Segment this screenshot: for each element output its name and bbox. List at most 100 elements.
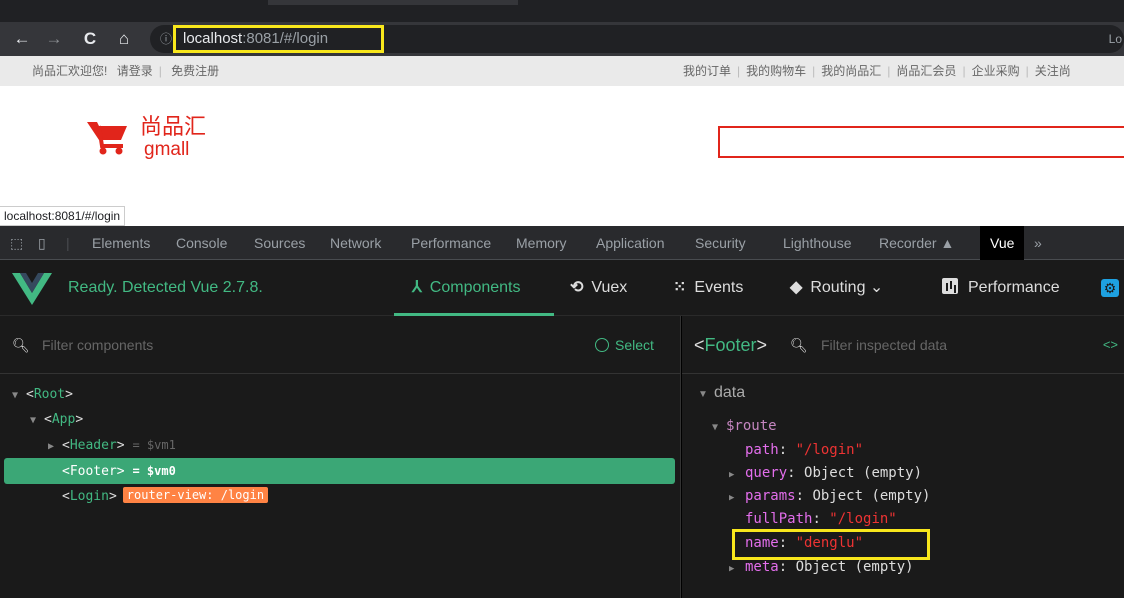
site-info-icon[interactable]: ⓘ bbox=[160, 25, 172, 53]
tree-node-label: Header bbox=[69, 438, 117, 453]
code-icon[interactable]: <> bbox=[1103, 316, 1118, 374]
tab-sources[interactable]: Sources bbox=[254, 226, 305, 260]
tab-recorder[interactable]: Recorder ▲ bbox=[879, 226, 954, 260]
web-page: 尚品汇欢迎您! 请登录 | 免费注册 我的订单 | 我的购物车 | 我的尚品汇 | 尚品汇会员… bbox=[0, 56, 1124, 226]
expand-arrow-icon[interactable]: ▶ bbox=[48, 434, 62, 460]
back-arrow-icon[interactable]: ← bbox=[10, 22, 34, 56]
tab-network[interactable]: Network bbox=[330, 226, 381, 260]
route-object[interactable]: ▼ $route bbox=[712, 415, 777, 439]
data-section-header[interactable]: ▼ data bbox=[698, 384, 745, 402]
shortcut-link[interactable]: 我的购物车 bbox=[746, 64, 806, 78]
device-toolbar-icon[interactable]: ▯ bbox=[38, 226, 46, 260]
tree-node-label: Login bbox=[69, 489, 109, 504]
filter-components-input[interactable]: Filter components bbox=[42, 316, 153, 374]
history-icon: ⟲ bbox=[570, 279, 584, 296]
prop-key: path bbox=[745, 442, 779, 458]
link-status-tooltip: localhost:8081/#/login bbox=[0, 206, 126, 226]
expand-arrow-icon[interactable]: ▼ bbox=[12, 383, 26, 409]
prop-params[interactable]: ▶ params: Object (empty) bbox=[729, 485, 930, 510]
tab-lighthouse[interactable]: Lighthouse bbox=[783, 226, 852, 260]
flask-icon: ▲ bbox=[940, 235, 955, 251]
prop-value: Object (empty) bbox=[804, 465, 923, 481]
url-highlight-box bbox=[173, 25, 384, 53]
browser-tab[interactable] bbox=[268, 0, 518, 5]
vm-ref: = $vm0 bbox=[132, 464, 176, 478]
prop-fullpath: fullPath: "/login" bbox=[745, 511, 897, 527]
search-icon: 🔍︎ bbox=[12, 337, 30, 353]
prop-path: path: "/login" bbox=[745, 442, 864, 458]
tree-node-label: Footer bbox=[69, 464, 117, 479]
tab-security[interactable]: Security bbox=[695, 226, 746, 260]
nav-vuex-label: Vuex bbox=[591, 279, 628, 296]
welcome-text: 尚品汇欢迎您! bbox=[32, 64, 108, 78]
inspector-header: <Footer> 🔍︎ Filter inspected data <> bbox=[682, 316, 1124, 374]
expand-arrow-icon: ▶ bbox=[729, 564, 735, 574]
more-tabs-button[interactable]: » bbox=[1034, 226, 1042, 260]
inspect-element-icon[interactable]: ⬚ bbox=[10, 226, 23, 260]
nav-routing[interactable]: ◆ Routing ⌄ bbox=[790, 260, 883, 316]
shortcut-link[interactable]: 企业采购 bbox=[972, 64, 1020, 78]
nav-vuex[interactable]: ⟲ Vuex bbox=[570, 260, 627, 316]
expand-arrow-icon[interactable]: ▼ bbox=[30, 408, 44, 434]
tree-node-label: App bbox=[51, 412, 76, 427]
prop-key: params bbox=[745, 488, 796, 504]
router-view-badge: router-view: /login bbox=[122, 487, 269, 503]
home-icon[interactable]: ⌂ bbox=[112, 22, 136, 56]
expand-arrow-icon: ▶ bbox=[729, 493, 735, 503]
tree-node-header[interactable]: ▶ <Header> = $vm1 bbox=[4, 432, 675, 458]
search-input[interactable] bbox=[718, 126, 1124, 158]
shortcut-link[interactable]: 我的尚品汇 bbox=[821, 64, 881, 78]
shortcut-separator: | bbox=[962, 64, 966, 78]
cart-logo-icon bbox=[87, 122, 127, 155]
bar-chart-icon bbox=[942, 278, 958, 294]
tree-node-footer[interactable]: <Footer> = $vm0 bbox=[4, 458, 675, 484]
components-pane: 🔍︎ Filter components Select ▼ <Root> ▼ <Ap… bbox=[0, 316, 681, 598]
nav-components[interactable]: ⅄ Components bbox=[412, 260, 521, 316]
name-highlight-box bbox=[732, 529, 930, 560]
select-component-button[interactable]: Select bbox=[595, 316, 654, 374]
logo-english: gmall bbox=[144, 139, 190, 160]
vm-ref: = $vm1 bbox=[132, 438, 176, 452]
events-icon: ⁙ bbox=[673, 279, 687, 296]
prop-value: Object (empty) bbox=[812, 488, 931, 504]
shortcut-link[interactable]: 我的订单 bbox=[683, 64, 731, 78]
prop-query[interactable]: ▶ query: Object (empty) bbox=[729, 462, 922, 487]
shortcut-link[interactable]: 尚品汇会员 bbox=[896, 64, 956, 78]
tab-performance[interactable]: Performance bbox=[411, 226, 491, 260]
tree-node-app[interactable]: ▼ <App> bbox=[4, 407, 675, 433]
devtools-tabbar: ⬚ ▯ | Elements Console Sources Network P… bbox=[0, 226, 1124, 260]
settings-icon[interactable]: ⚙ bbox=[1101, 279, 1119, 297]
target-icon bbox=[595, 338, 609, 352]
routing-icon: ◆ bbox=[790, 279, 803, 296]
component-filter: 🔍︎ Filter components Select bbox=[0, 316, 681, 374]
filter-inspected-input[interactable]: Filter inspected data bbox=[821, 316, 947, 374]
prop-key: fullPath bbox=[745, 511, 813, 527]
shortcut-separator: | bbox=[737, 64, 741, 78]
shortcut-separator: | bbox=[158, 64, 162, 78]
nav-events[interactable]: ⁙ Events bbox=[673, 260, 743, 316]
prop-key: query bbox=[745, 465, 788, 481]
forward-arrow-icon[interactable]: → bbox=[42, 22, 66, 56]
prop-value: Object (empty) bbox=[795, 559, 914, 575]
tab-vue[interactable]: Vue bbox=[980, 226, 1025, 260]
shortcut-link[interactable]: 关注尚 bbox=[1035, 64, 1071, 78]
tab-memory[interactable]: Memory bbox=[516, 226, 567, 260]
tab-elements[interactable]: Elements bbox=[92, 226, 150, 260]
nav-routing-label: Routing bbox=[810, 279, 866, 296]
select-label: Select bbox=[615, 337, 654, 353]
tab-divider: | bbox=[66, 235, 70, 251]
tab-application[interactable]: Application bbox=[596, 226, 665, 260]
tree-node-login[interactable]: <Login> router-view: /login bbox=[4, 484, 675, 510]
reload-icon[interactable]: C bbox=[78, 22, 102, 56]
tab-console[interactable]: Console bbox=[176, 226, 227, 260]
data-section-label: data bbox=[714, 384, 746, 401]
expand-arrow-icon: ▼ bbox=[712, 422, 719, 433]
nav-events-label: Events bbox=[694, 279, 744, 296]
nav-performance[interactable]: Performance bbox=[942, 260, 1060, 316]
tree-node-label: Root bbox=[33, 387, 66, 402]
shortcut-separator: | bbox=[812, 64, 816, 78]
login-link[interactable]: 请登录 bbox=[117, 64, 153, 78]
register-link[interactable]: 免费注册 bbox=[171, 64, 219, 78]
chevron-down-icon: ⌄ bbox=[869, 279, 884, 296]
tree-node-root[interactable]: ▼ <Root> bbox=[4, 382, 675, 408]
